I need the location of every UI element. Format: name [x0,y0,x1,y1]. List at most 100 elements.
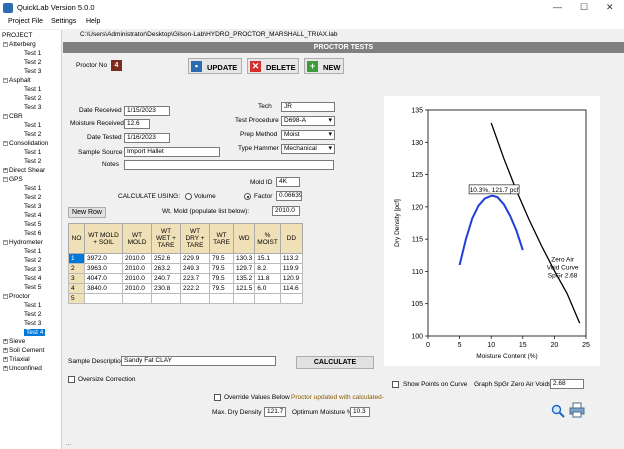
proctor-data-table[interactable]: NO WT MOLD + SOIL WT MOLD WT WET + TARE WT D… [68,223,303,304]
tree-item-proctor-3[interactable]: Test 3 [24,320,41,327]
expand-icon[interactable]: + [3,167,8,173]
graph-spgr-field[interactable]: 2.68 [550,379,584,389]
delete-button[interactable]: ✕ DELETE [247,58,299,74]
tree-item-hydrometer-2[interactable]: Test 2 [24,257,41,264]
tree-item-asphalt-3[interactable]: Test 3 [24,104,41,111]
printer-icon[interactable] [569,402,585,418]
date-tested-field[interactable]: 1/16/2023 [124,133,170,143]
new-button[interactable]: + NEW [304,58,344,74]
row-number-cell[interactable]: 1 [68,253,85,264]
table-cell[interactable]: 2010.0 [122,283,152,294]
tree-item-asphalt-1[interactable]: Test 1 [24,86,41,93]
mold-id-field[interactable]: 4K [276,177,300,187]
tree-group-direct-shear[interactable]: + Direct Shear [3,167,45,174]
row-number-cell[interactable]: 3 [68,273,85,284]
table-cell[interactable]: 119.9 [279,263,303,274]
table-cell[interactable] [122,293,152,304]
tree-group-sieve[interactable]: + Sieve [3,338,25,345]
table-cell[interactable] [84,293,123,304]
table-cell[interactable]: 222.2 [180,283,210,294]
table-cell[interactable]: 230.8 [151,283,181,294]
table-cell[interactable]: 3972.0 [84,253,123,264]
tree-root[interactable]: PROJECT [2,32,32,39]
table-cell[interactable]: 130.3 [232,253,256,264]
table-cell[interactable] [151,293,181,304]
tree-item-consolidation-1[interactable]: Test 1 [24,149,41,156]
expand-icon[interactable]: + [3,338,8,344]
tree-item-proctor-4[interactable]: Test 4 [24,329,46,336]
row-number-cell[interactable]: 4 [68,283,85,294]
oversize-checkbox[interactable] [68,376,75,383]
collapse-icon[interactable]: − [3,293,8,299]
table-row[interactable]: 2 3963.0 2010.0 263.2 249.3 79.5 129.7 8.2 119.9 [68,263,303,274]
table-cell[interactable]: 3840.0 [84,283,123,294]
close-button[interactable]: ✕ [606,2,614,13]
table-row[interactable]: 4 3840.0 2010.0 230.8 222.2 79.5 121.5 6.0 114.6 [68,283,303,294]
tree-item-gps-4[interactable]: Test 4 [24,212,41,219]
tree-item-gps-3[interactable]: Test 3 [24,203,41,210]
collapse-icon[interactable]: − [3,239,8,245]
show-points-checkbox[interactable] [392,381,399,388]
table-cell[interactable]: 79.5 [209,263,234,274]
wt-mold-field[interactable]: 2010.0 [272,206,300,216]
table-cell[interactable]: 263.2 [151,263,181,274]
tree-item-gps-1[interactable]: Test 1 [24,185,41,192]
expand-icon[interactable]: + [3,347,8,353]
table-cell[interactable] [232,293,256,304]
tree-item-asphalt-2[interactable]: Test 2 [24,95,41,102]
optimum-moisture-field[interactable]: 10.3 [350,407,370,417]
tree-item-gps-6[interactable]: Test 6 [24,230,41,237]
tree-group-proctor[interactable]: − Proctor [3,293,30,300]
table-cell[interactable]: 11.8 [254,273,281,284]
tree-item-gps-2[interactable]: Test 2 [24,194,41,201]
table-cell[interactable]: 4047.0 [84,273,123,284]
table-cell[interactable]: 2010.0 [122,273,152,284]
table-row[interactable]: 1 3972.0 2010.0 252.6 229.9 79.5 130.3 15.1 113.… [68,253,303,264]
table-cell[interactable]: 135.2 [232,273,256,284]
zoom-icon[interactable] [551,404,565,418]
tree-item-hydrometer-4[interactable]: Test 4 [24,275,41,282]
tree-group-hydrometer[interactable]: − Hydrometer [3,239,43,246]
notes-field[interactable] [124,160,334,170]
table-cell[interactable]: 79.5 [209,283,234,294]
prep-method-select[interactable]: Moist [281,130,335,140]
table-cell[interactable]: 249.3 [180,263,210,274]
collapse-icon[interactable]: − [3,176,8,182]
row-number-cell[interactable]: 5 [68,293,85,304]
factor-field[interactable]: 0.06639 [276,191,302,201]
tree-group-consolidation[interactable]: − Consolidation [3,140,48,147]
tree-item-cbr-1[interactable]: Test 1 [24,122,41,129]
table-cell[interactable]: 2010.0 [122,263,152,274]
expand-icon[interactable]: + [3,365,8,371]
menu-project-file[interactable]: Project File [8,18,43,25]
type-hammer-select[interactable]: Mechanical [281,144,335,154]
tree-item-cbr-2[interactable]: Test 2 [24,131,41,138]
table-cell[interactable] [180,293,210,304]
tree-group-cbr[interactable]: − CBR [3,113,23,120]
table-cell[interactable] [209,293,234,304]
tree-group-atterberg[interactable]: − Atterberg [3,41,36,48]
menu-settings[interactable]: Settings [51,18,76,25]
table-cell[interactable]: 113.2 [279,253,303,264]
tree-group-triaxial[interactable]: + Triaxial [3,356,30,363]
tech-field[interactable]: JR [281,102,335,112]
collapse-icon[interactable]: − [3,140,8,146]
expand-icon[interactable]: + [3,356,8,362]
tree-group-unconfined[interactable]: + Unconfined [3,365,42,372]
factor-radio[interactable] [244,193,251,200]
tree-group-asphalt[interactable]: − Asphalt [3,77,31,84]
volume-radio[interactable] [185,193,192,200]
table-cell[interactable]: 252.6 [151,253,181,264]
collapse-icon[interactable]: − [3,41,8,47]
calculate-button[interactable]: CALCULATE [296,356,374,369]
table-cell[interactable]: 223.7 [180,273,210,284]
max-dry-density-field[interactable]: 121.7 [264,407,286,417]
tree-item-consolidation-2[interactable]: Test 2 [24,158,41,165]
update-button[interactable]: ▪ UPDATE [188,58,242,74]
table-cell[interactable]: 114.6 [279,283,303,294]
tree-group-soil-cement[interactable]: + Soil Cement [3,347,44,354]
tree-item-atterberg-1[interactable]: Test 1 [24,50,41,57]
project-tree[interactable]: PROJECT − Atterberg Test 1 Test 2 Test 3 − Asph… [0,30,62,449]
table-cell[interactable]: 79.5 [209,273,234,284]
tree-item-gps-5[interactable]: Test 5 [24,221,41,228]
